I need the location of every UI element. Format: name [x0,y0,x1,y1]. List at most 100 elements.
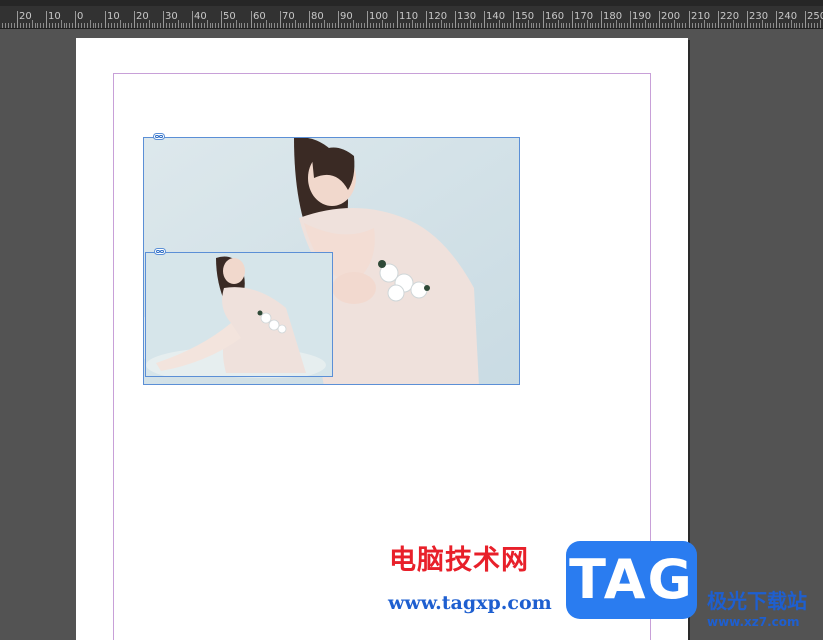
ruler-minor-tick [335,23,336,28]
ruler-minor-tick [679,23,680,28]
ruler-minor-tick [295,20,296,28]
ruler-minor-tick [698,23,699,28]
small-photo [146,253,332,376]
ruler-minor-tick [481,23,482,28]
watermark-cn-text: 电脑技术网 [389,545,529,576]
ruler-minor-tick [218,23,219,28]
ruler-major-tick [689,11,690,28]
ruler-minor-tick [522,23,523,28]
ruler-minor-tick [143,23,144,28]
ruler-major-tick [805,11,806,28]
ruler-minor-tick [461,23,462,28]
ruler-minor-tick [549,23,550,28]
ruler-minor-tick [257,23,258,28]
ruler-minor-tick [172,23,173,28]
ruler-minor-tick [464,23,465,28]
ruler-minor-tick [11,23,12,28]
ruler-minor-tick [502,23,503,28]
ruler-minor-tick [423,23,424,28]
ruler-minor-tick [78,23,79,28]
ruler-minor-tick [721,23,722,28]
ruler-minor-tick [536,23,537,28]
ruler-minor-tick [507,23,508,28]
small-image-frame[interactable] [145,252,333,377]
ruler-tick-label: 10 [48,11,61,22]
ruler-minor-tick [613,23,614,28]
ruler-tick-label: 120 [428,11,448,22]
ruler-minor-tick [358,23,359,28]
ruler-minor-tick [636,23,637,28]
ruler-minor-tick [444,23,445,28]
ruler-minor-tick [770,23,771,28]
ruler-minor-tick [263,23,264,28]
ruler-minor-tick [779,23,780,28]
ruler-minor-tick [467,23,468,28]
ruler-minor-tick [753,23,754,28]
ruler-minor-tick [327,23,328,28]
ruler-minor-tick [811,23,812,28]
ruler-minor-tick [84,23,85,28]
ruler-minor-tick [490,23,491,28]
ruler-minor-tick [212,23,213,28]
ruler-minor-tick [624,23,625,28]
ruler-minor-tick [499,20,500,28]
ruler-minor-tick [315,23,316,28]
ruler-major-tick [484,11,485,28]
ruler-minor-tick [478,23,479,28]
ruler-minor-tick [58,23,59,28]
ruler-minor-tick [207,20,208,28]
ruler-minor-tick [356,23,357,28]
ruler-minor-tick [239,23,240,28]
ruler-minor-tick [260,23,261,28]
ruler-minor-tick [677,23,678,28]
ruler-minor-tick [473,23,474,28]
ruler-minor-tick [160,23,161,28]
ruler-minor-tick [785,23,786,28]
ruler-minor-tick [254,23,255,28]
ruler-minor-tick [64,23,65,28]
ruler-minor-tick [446,23,447,28]
ruler-minor-tick [137,23,138,28]
ruler-minor-tick [621,23,622,28]
ruler-minor-tick [420,23,421,28]
ruler-major-tick [338,11,339,28]
ruler-minor-tick [539,23,540,28]
ruler-minor-tick [584,23,585,28]
ruler-tick-label: 230 [749,11,769,22]
ruler-tick-label: 160 [545,11,565,22]
ruler-minor-tick [40,23,41,28]
ruler-minor-tick [329,23,330,28]
ruler-minor-tick [183,23,184,28]
ruler-minor-tick [373,23,374,28]
ruler-minor-tick [49,23,50,28]
ruler-minor-tick [730,23,731,28]
ruler-minor-tick [247,23,248,28]
ruler-minor-tick [195,23,196,28]
ruler-major-tick [367,11,368,28]
ruler-minor-tick [364,23,365,28]
ruler-minor-tick [14,23,15,28]
ruler-minor-tick [744,23,745,28]
horizontal-ruler[interactable]: 20 10 0 10 20 30 40 50 60 70 80 90 100 110 120 130 140 15… [0,0,823,29]
link-icon[interactable] [153,133,165,140]
ruler-minor-tick [269,23,270,28]
ruler-minor-tick [123,23,124,28]
ruler-minor-tick [773,23,774,28]
ruler-major-tick [659,11,660,28]
ruler-minor-tick [707,23,708,28]
ruler-minor-tick [817,23,818,28]
ruler-major-tick [455,11,456,28]
ruler-minor-tick [227,23,228,28]
ruler-minor-tick [230,23,231,28]
ruler-minor-tick [23,23,24,28]
ruler-minor-tick [111,23,112,28]
ruler-major-tick [718,11,719,28]
ruler-minor-tick [642,23,643,28]
ruler-minor-tick [808,23,809,28]
ruler-minor-tick [72,23,73,28]
ruler-minor-tick [581,23,582,28]
ruler-minor-tick [435,23,436,28]
ruler-minor-tick [412,20,413,28]
ruler-minor-tick [592,23,593,28]
link-icon[interactable] [154,248,166,255]
